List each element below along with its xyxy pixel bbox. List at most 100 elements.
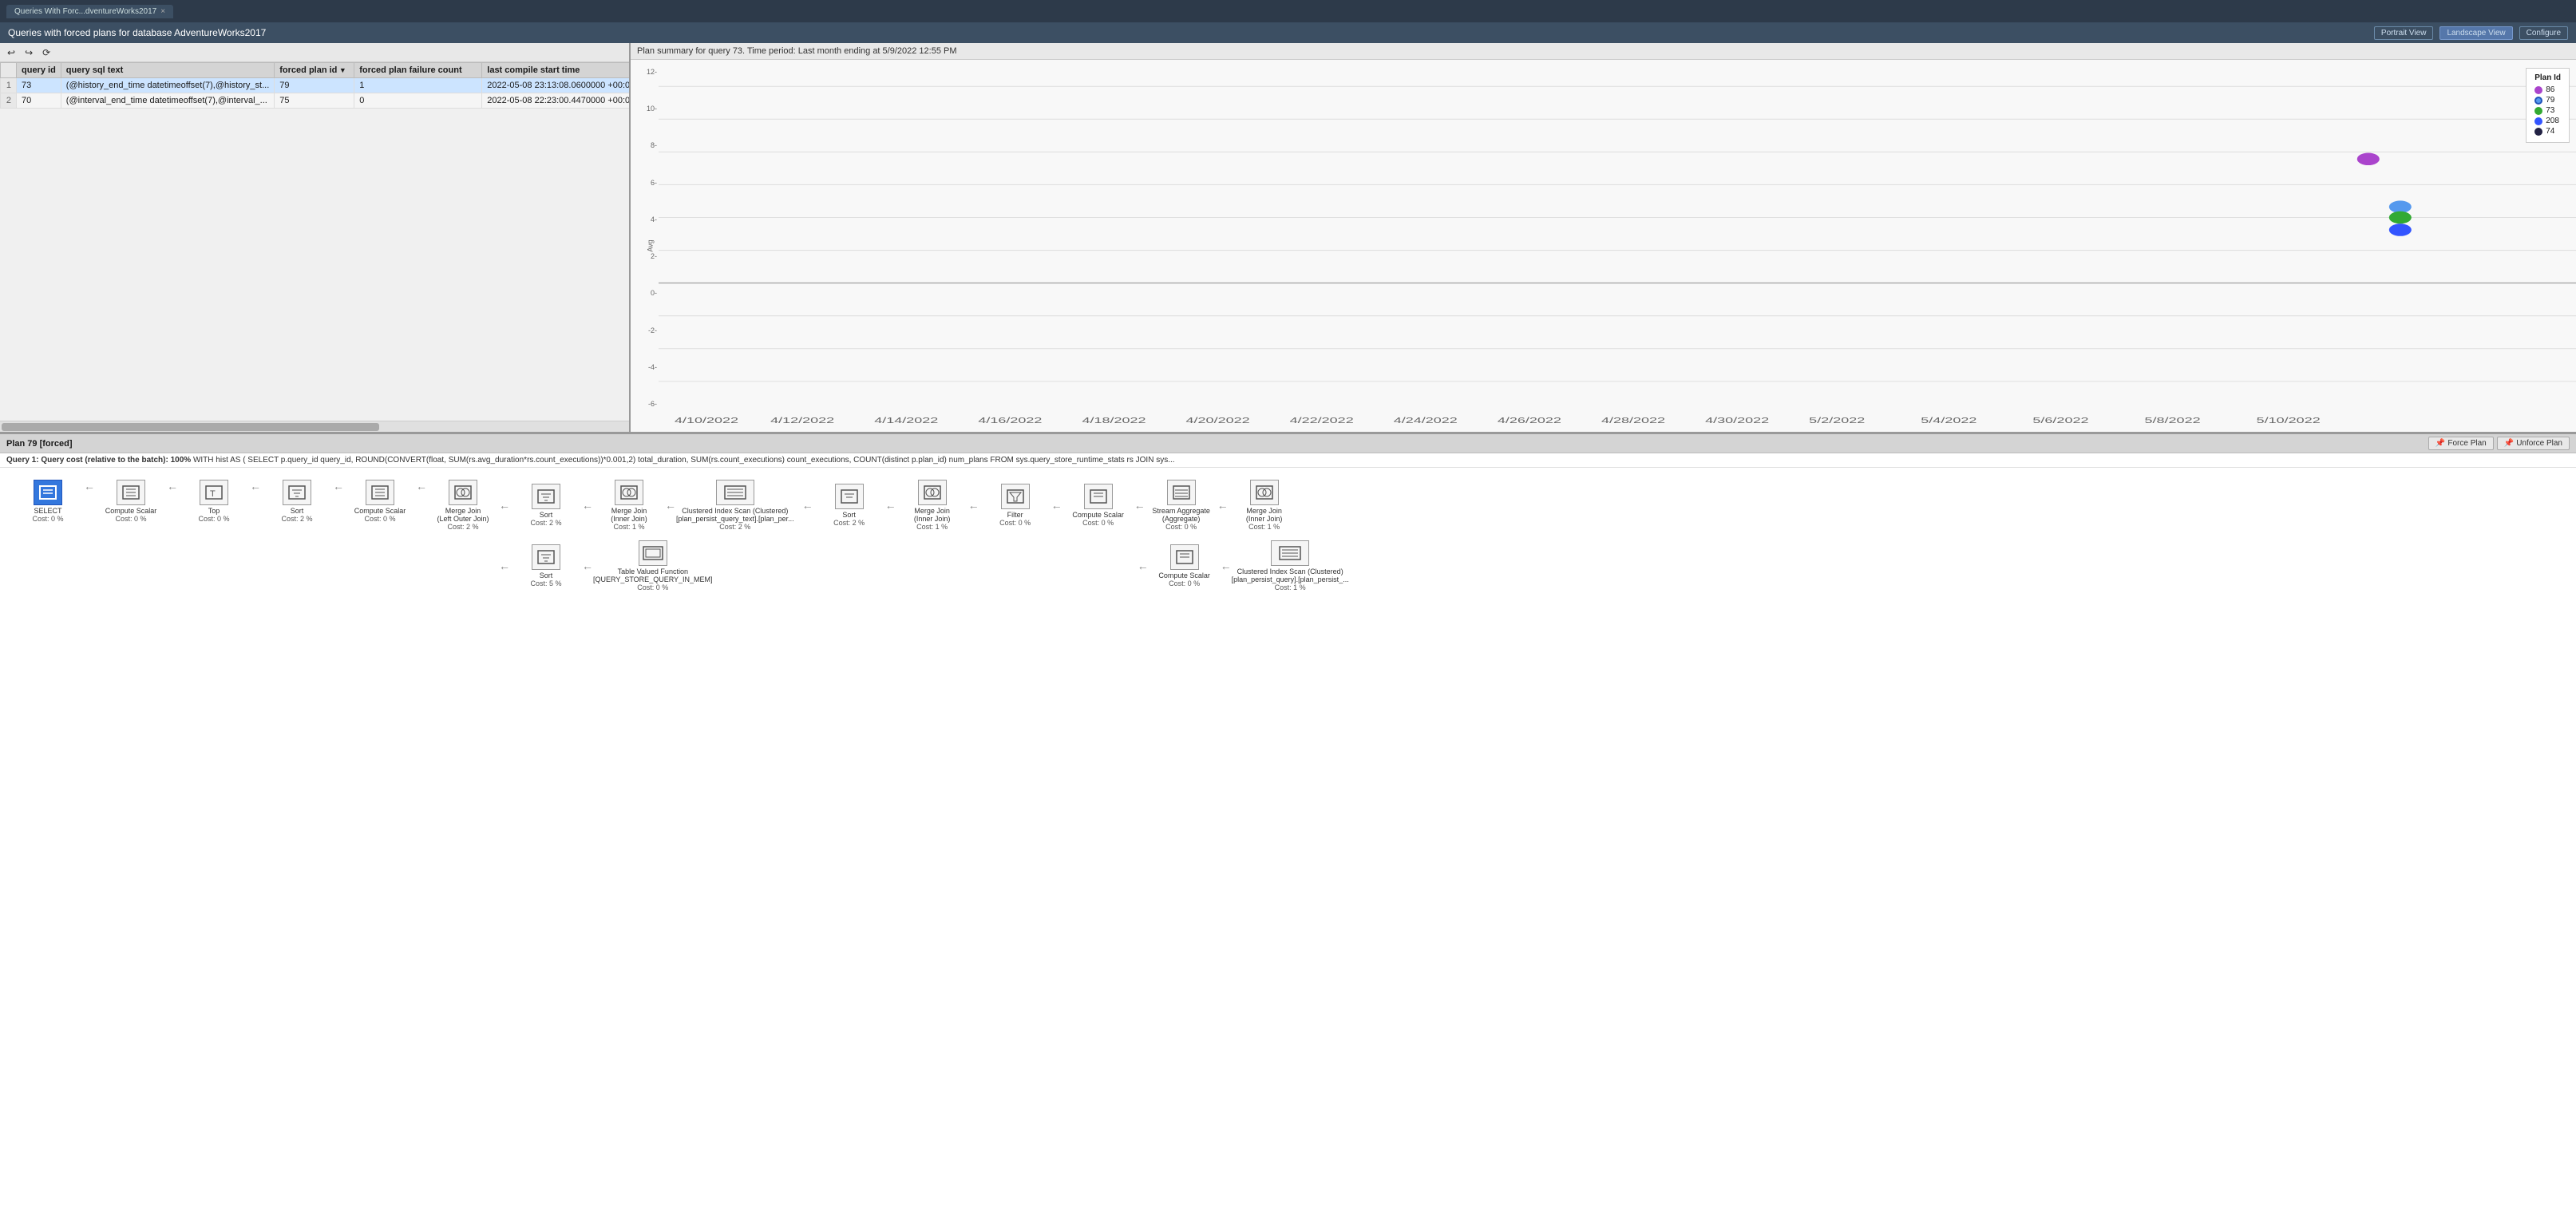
legend-item-208: 208 [2534,117,2561,125]
plan-node-label-sort1: Sort [291,507,304,515]
cell-compiletime-1: 2022-05-08 22:23:00.4470000 +00:00 [482,93,629,109]
plan-node-label-scan1: Clustered Index Scan (Clustered)[plan_pe… [676,507,794,523]
col-forcedplanid-header[interactable]: forced plan id [275,63,354,78]
connector-18: ← [1221,560,1232,572]
plan-toolbar: 📌 Force Plan 📌 Unforce Plan [2428,437,2570,450]
plan-node-compute3[interactable]: Compute Scalar Cost: 0 % [1062,484,1134,527]
grid-scrollbar-thumb[interactable] [2,423,379,431]
svg-text:4/28/2022: 4/28/2022 [1601,417,1665,425]
plan-node-cost-merge4: Cost: 1 % [1248,523,1280,531]
plan-node-label-sort3: Sort [540,571,553,579]
connector-15: ← [1134,499,1146,512]
plan-node-icon-scan2 [1271,540,1309,566]
chart-legend: Plan Id 86 79 73 [2526,68,2570,143]
data-grid-wrap[interactable]: query id query sql text forced plan id f… [0,62,629,421]
top-branch: ← Sort Cost: 2 % ← [499,480,794,531]
plan-node-icon-sort1 [283,480,311,505]
svg-text:4/14/2022: 4/14/2022 [874,417,938,425]
plan-node-filter[interactable]: Filter Cost: 0 % [979,484,1051,527]
plan-node-icon-select [34,480,62,505]
unforce-plan-btn[interactable]: 📌 Unforce Plan [2497,437,2570,450]
chart-title: Plan summary for query 73. Time period: … [631,43,2576,60]
plan-node-scan1[interactable]: Clustered Index Scan (Clustered)[plan_pe… [676,480,794,531]
plan-node-icon-merge1 [449,480,477,505]
plan-node-compute1[interactable]: Compute Scalar Cost: 0 % [95,480,167,523]
legend-dot-86 [2534,86,2542,94]
plan-diagram[interactable]: SELECT Cost: 0 % ← Compute Scalar Cost: … [0,468,2576,1210]
plan-node-cost-filter: Cost: 0 % [999,519,1031,527]
chart-area: 12- 10- 8- 6- 4- 2- 0- -2- -4- -6- Avg [631,60,2576,432]
plan-node-merge3[interactable]: Merge Join(Inner Join) Cost: 1 % [896,480,968,531]
toolbar-btn-back[interactable]: ↩ [3,45,19,61]
tab-label: Queries With Forc...dventureWorks2017 [14,7,156,16]
plan-node-merge1[interactable]: Merge Join(Left Outer Join) Cost: 2 % [427,480,499,531]
plan-node-select[interactable]: SELECT Cost: 0 % [12,480,84,523]
configure-btn[interactable]: Configure [2519,26,2568,40]
legend-dot-79 [2534,97,2542,105]
grid-toolbar: ↩ ↪ ⟳ [0,43,629,62]
connector-16: ← [1217,499,1229,512]
chart-y-axis: 12- 10- 8- 6- 4- 2- 0- -2- -4- -6- [631,60,659,432]
unforce-plan-icon: 📌 [2504,439,2514,448]
plan-node-compute4[interactable]: Compute Scalar Cost: 0 % [1149,544,1221,587]
connector-6: ← [499,499,510,512]
table-row[interactable]: 1 73 (@history_end_time datetimeoffset(7… [1,78,630,93]
data-grid: query id query sql text forced plan id f… [0,62,629,109]
plan-node-sort2[interactable]: Sort Cost: 2 % [510,484,582,527]
plan-node-cost-scan1: Cost: 2 % [719,523,750,531]
legend-item-86: 86 [2534,85,2561,94]
chart-panel: Plan summary for query 73. Time period: … [631,43,2576,432]
tab-close-btn[interactable]: × [160,7,165,16]
col-failurecount-header[interactable]: forced plan failure count [354,63,482,78]
landscape-view-btn[interactable]: Landscape View [2439,26,2512,40]
tab[interactable]: Queries With Forc...dventureWorks2017 × [6,5,173,18]
plan-node-scan2[interactable]: Clustered Index Scan (Clustered)[plan_pe… [1232,540,1349,591]
col-compiletime-header[interactable]: last compile start time [482,63,629,78]
plan-node-sort4[interactable]: Sort Cost: 2 % [813,484,885,527]
plan-node-icon-scan1 [716,480,754,505]
connector-11: ← [802,499,813,512]
plan-node-label-filter: Filter [1007,511,1023,519]
grid-scrollbar[interactable] [0,421,629,432]
plan-node-label-sort4: Sort [842,511,856,519]
query-cost-label: Query 1: Query cost (relative to the bat… [6,456,191,465]
plan-node-compute2[interactable]: Compute Scalar Cost: 0 % [344,480,416,523]
legend-dot-208 [2534,117,2542,125]
toolbar-btn-forward[interactable]: ↪ [21,45,37,61]
plan-node-label-compute4: Compute Scalar [1158,571,1210,579]
plan-node-label-merge1: Merge Join(Left Outer Join) [437,507,489,523]
plan-node-merge4[interactable]: Merge Join(Inner Join) Cost: 1 % [1229,480,1300,531]
plan-node-label-compute2: Compute Scalar [354,507,406,515]
force-plan-btn[interactable]: 📌 Force Plan [2428,437,2494,450]
plan-node-cost-merge1: Cost: 2 % [447,523,478,531]
svg-text:5/10/2022: 5/10/2022 [2257,417,2321,425]
plan-node-stream[interactable]: Stream Aggregate(Aggregate) Cost: 0 % [1146,480,1217,531]
plan-node-cost-compute4: Cost: 0 % [1169,579,1200,587]
chart-svg: 4/10/2022 4/12/2022 4/14/2022 4/16/2022 … [659,60,2576,432]
connector-8: ← [665,499,676,512]
cell-forcedplanid-0: 79 [275,78,354,93]
main-layout: ↩ ↪ ⟳ query id query sql text forced pla… [0,43,2576,1210]
legend-item-79: 79 [2534,96,2561,105]
force-plan-icon: 📌 [2436,439,2445,448]
plan-node-tvf[interactable]: Table Valued Function[QUERY_STORE_QUERY_… [593,540,713,591]
portrait-view-btn[interactable]: Portrait View [2374,26,2434,40]
table-row[interactable]: 2 70 (@interval_end_time datetimeoffset(… [1,93,630,109]
cell-compiletime-0: 2022-05-08 23:13:08.0600000 +00:00 [482,78,629,93]
plan-node-sort3[interactable]: Sort Cost: 5 % [510,544,582,587]
legend-item-74: 74 [2534,127,2561,136]
connector-1: ← [84,480,95,492]
svg-text:5/4/2022: 5/4/2022 [1921,417,1977,425]
plan-node-top[interactable]: T Top Cost: 0 % [178,480,250,523]
plan-node-sort1[interactable]: Sort Cost: 2 % [261,480,333,523]
plan-node-cost-sort1: Cost: 2 % [281,515,312,523]
plan-node-icon-merge3 [918,480,947,505]
plan-node-label-compute3: Compute Scalar [1072,511,1124,519]
col-queryid-header[interactable]: query id [17,63,61,78]
svg-text:4/10/2022: 4/10/2022 [675,417,738,425]
toolbar-btn-refresh[interactable]: ⟳ [38,45,54,61]
plan-query-text: Query 1: Query cost (relative to the bat… [0,453,2576,468]
plan-node-merge2[interactable]: Merge Join(Inner Join) Cost: 1 % [593,480,665,531]
plan-node-cost-merge3: Cost: 1 % [916,523,948,531]
col-sqltext-header[interactable]: query sql text [61,63,274,78]
